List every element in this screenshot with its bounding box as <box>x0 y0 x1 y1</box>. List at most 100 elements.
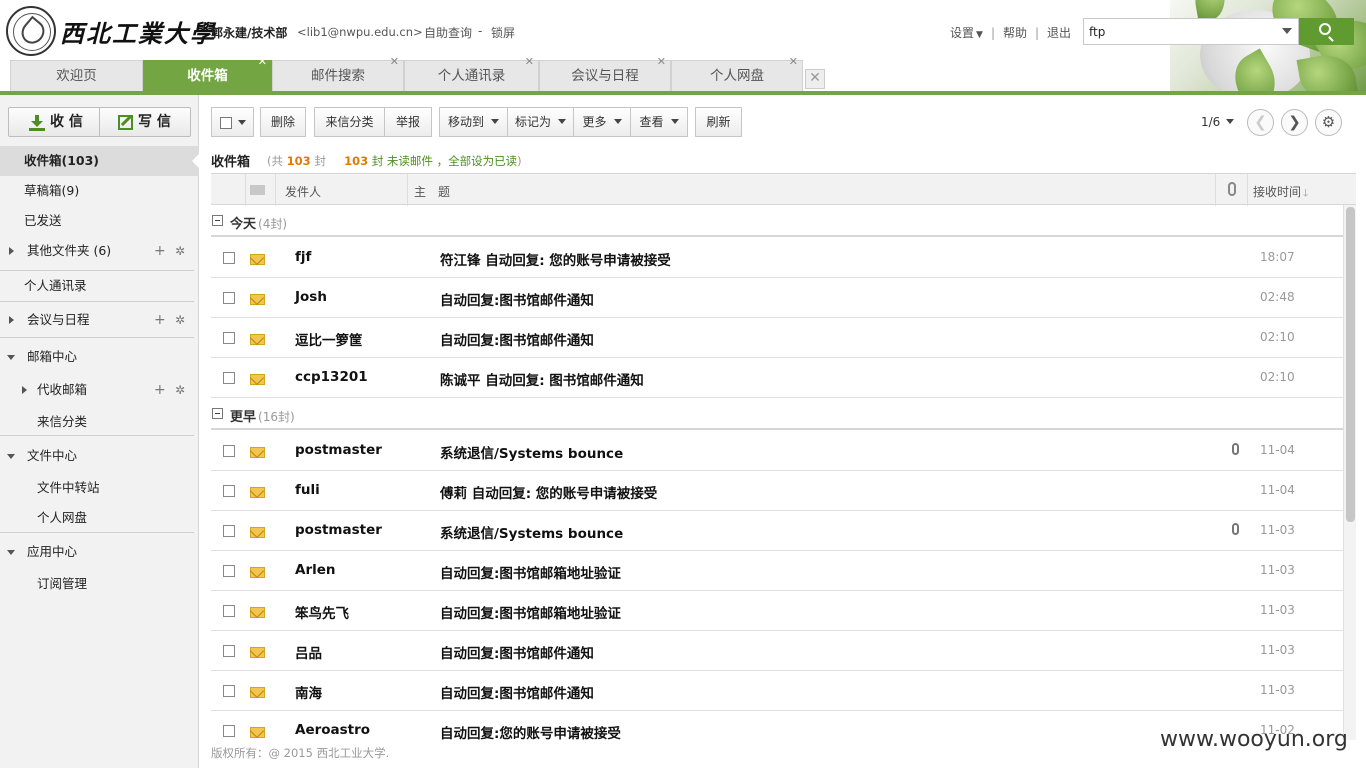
tab-netdisk[interactable]: 个人网盘 ✕ <box>671 55 803 91</box>
mail-row[interactable]: postmaster 系统退信/Systems bounce 11-04 <box>211 431 1343 471</box>
search-dropdown-icon[interactable] <box>1282 28 1292 34</box>
receive-mail-button[interactable]: 收 信 <box>8 107 100 137</box>
mail-row[interactable]: postmaster 系统退信/Systems bounce 11-03 <box>211 511 1343 551</box>
logout-link[interactable]: 退出 <box>1047 26 1071 40</box>
scroll-thumb[interactable] <box>1346 207 1355 522</box>
collapse-group-icon[interactable] <box>212 408 223 419</box>
mail-checkbox[interactable] <box>223 685 235 697</box>
prev-page-button[interactable]: ❮ <box>1247 109 1274 136</box>
mail-row[interactable]: 南海 自动回复:图书馆邮件通知 11-03 <box>211 671 1343 711</box>
mail-checkbox[interactable] <box>223 372 235 384</box>
classify-button[interactable]: 来信分类 <box>314 107 385 137</box>
mail-checkbox[interactable] <box>223 485 235 497</box>
page-selector[interactable]: 1/6 <box>1201 115 1235 129</box>
folder-mailbox-center[interactable]: 邮箱中心 <box>0 342 199 372</box>
group-today[interactable]: 今天 (4封) <box>211 205 1343 237</box>
expand-icon[interactable] <box>9 316 14 324</box>
close-icon[interactable]: ✕ <box>525 52 534 72</box>
mail-row[interactable]: Josh 自动回复:图书馆邮件通知 02:48 <box>211 278 1343 318</box>
folder-mail-classify[interactable]: 来信分类 <box>0 407 199 437</box>
help-link[interactable]: 帮助 <box>1003 26 1027 40</box>
expand-icon[interactable] <box>22 386 27 394</box>
add-folder-icon[interactable]: + <box>154 236 166 266</box>
folder-netdisk[interactable]: 个人网盘 <box>0 503 199 533</box>
refresh-button[interactable]: 刷新 <box>695 107 742 137</box>
folder-other[interactable]: 其他文件夹 (6) + ✲ <box>0 236 199 266</box>
folder-proxy-mailbox[interactable]: 代收邮箱 + ✲ <box>0 375 199 405</box>
delete-button[interactable]: 删除 <box>260 107 306 137</box>
gear-icon[interactable]: ✲ <box>175 305 185 335</box>
mail-row[interactable]: 吕品 自动回复:图书馆邮件通知 11-03 <box>211 631 1343 671</box>
mark-all-read-link[interactable]: ，全部设为已读 <box>437 154 518 168</box>
folder-drafts[interactable]: 草稿箱(9) <box>0 176 199 206</box>
folder-contacts[interactable]: 个人通讯录 <box>0 271 199 301</box>
folder-subscription[interactable]: 订阅管理 <box>0 569 199 599</box>
mail-checkbox[interactable] <box>223 292 235 304</box>
folder-sent[interactable]: 已发送 <box>0 206 199 236</box>
search-input[interactable] <box>1084 19 1274 44</box>
paperclip-icon[interactable] <box>1228 182 1236 196</box>
close-icon[interactable]: ✕ <box>258 52 267 72</box>
add-meeting-icon[interactable]: + <box>154 305 166 335</box>
collapse-icon[interactable] <box>7 355 15 360</box>
list-settings-button[interactable]: ⚙ <box>1315 109 1342 136</box>
mail-checkbox[interactable] <box>223 332 235 344</box>
mail-checkbox[interactable] <box>223 565 235 577</box>
mail-checkbox[interactable] <box>223 725 235 737</box>
folder-meetings[interactable]: 会议与日程 + ✲ <box>0 305 199 335</box>
gear-icon[interactable]: ✲ <box>175 375 185 405</box>
next-page-button[interactable]: ❯ <box>1281 109 1308 136</box>
gear-icon[interactable]: ✲ <box>175 236 185 266</box>
close-icon[interactable]: ✕ <box>390 52 399 72</box>
university-seal-icon[interactable] <box>6 6 56 56</box>
mail-checkbox[interactable] <box>223 445 235 457</box>
self-query-link[interactable]: 自助查询 <box>424 24 472 41</box>
mail-row[interactable]: fjf 符江锋 自动回复: 您的账号申请被接受 18:07 <box>211 238 1343 278</box>
move-to-button[interactable]: 移动到 <box>439 107 508 137</box>
collapse-group-icon[interactable] <box>212 215 223 226</box>
tab-welcome[interactable]: 欢迎页 <box>10 60 143 91</box>
group-earlier[interactable]: 更早 (16封) <box>211 398 1343 430</box>
view-button[interactable]: 查看 <box>630 107 688 137</box>
more-button[interactable]: 更多 <box>573 107 631 137</box>
folder-inbox[interactable]: 收件箱(103) <box>0 146 200 176</box>
settings-menu[interactable]: 设置 ▼ <box>950 26 983 40</box>
tab-mail-search[interactable]: 邮件搜索 ✕ <box>272 55 404 91</box>
sort-by-sender[interactable]: 发件人 <box>285 183 321 200</box>
mail-row[interactable]: fuli 傅莉 自动回复: 您的账号申请被接受 11-04 <box>211 471 1343 511</box>
expand-icon[interactable] <box>9 247 14 255</box>
mail-checkbox[interactable] <box>223 252 235 264</box>
close-all-tabs-icon[interactable]: ✕ <box>805 69 825 89</box>
tab-meetings[interactable]: 会议与日程 ✕ <box>539 55 671 91</box>
sort-by-subject[interactable]: 主 题 <box>414 183 450 200</box>
mail-checkbox[interactable] <box>223 645 235 657</box>
close-icon[interactable]: ✕ <box>789 52 798 72</box>
add-mailbox-icon[interactable]: + <box>154 375 166 405</box>
select-all-checkbox[interactable] <box>220 117 232 129</box>
mark-as-button[interactable]: 标记为 <box>507 107 574 137</box>
folder-app-center[interactable]: 应用中心 <box>0 537 199 567</box>
tab-contacts[interactable]: 个人通讯录 ✕ <box>404 55 539 91</box>
folder-file-center[interactable]: 文件中心 <box>0 441 199 471</box>
compose-mail-button[interactable]: 写 信 <box>100 107 191 137</box>
mail-row[interactable]: Arlen 自动回复:图书馆邮箱地址验证 11-03 <box>211 551 1343 591</box>
folder-file-transfer[interactable]: 文件中转站 <box>0 473 199 503</box>
unread-label[interactable]: 封 未读邮件 <box>372 154 433 168</box>
mail-checkbox[interactable] <box>223 605 235 617</box>
collapse-icon[interactable] <box>7 454 15 459</box>
collapse-icon[interactable] <box>7 550 15 555</box>
mail-list-scrollbar[interactable] <box>1343 205 1356 740</box>
search-button[interactable] <box>1299 18 1354 45</box>
mail-row[interactable]: ccp13201 陈诚平 自动回复: 图书馆邮件通知 02:10 <box>211 358 1343 398</box>
report-button[interactable]: 举报 <box>384 107 432 137</box>
lock-screen-link[interactable]: 锁屏 <box>491 24 515 41</box>
envelope-icon[interactable] <box>250 185 265 195</box>
sort-by-time[interactable]: 接收时间 🡓 <box>1253 183 1308 203</box>
close-icon[interactable]: ✕ <box>657 52 666 72</box>
mail-row[interactable]: 逗比一箩筐 自动回复:图书馆邮件通知 02:10 <box>211 318 1343 358</box>
tab-inbox[interactable]: 收件箱 ✕ <box>143 55 272 91</box>
select-all-dropdown[interactable] <box>211 107 254 137</box>
mail-checkbox[interactable] <box>223 525 235 537</box>
school-name: 西北工業大學 <box>60 19 216 48</box>
mail-row[interactable]: 笨鸟先飞 自动回复:图书馆邮箱地址验证 11-03 <box>211 591 1343 631</box>
